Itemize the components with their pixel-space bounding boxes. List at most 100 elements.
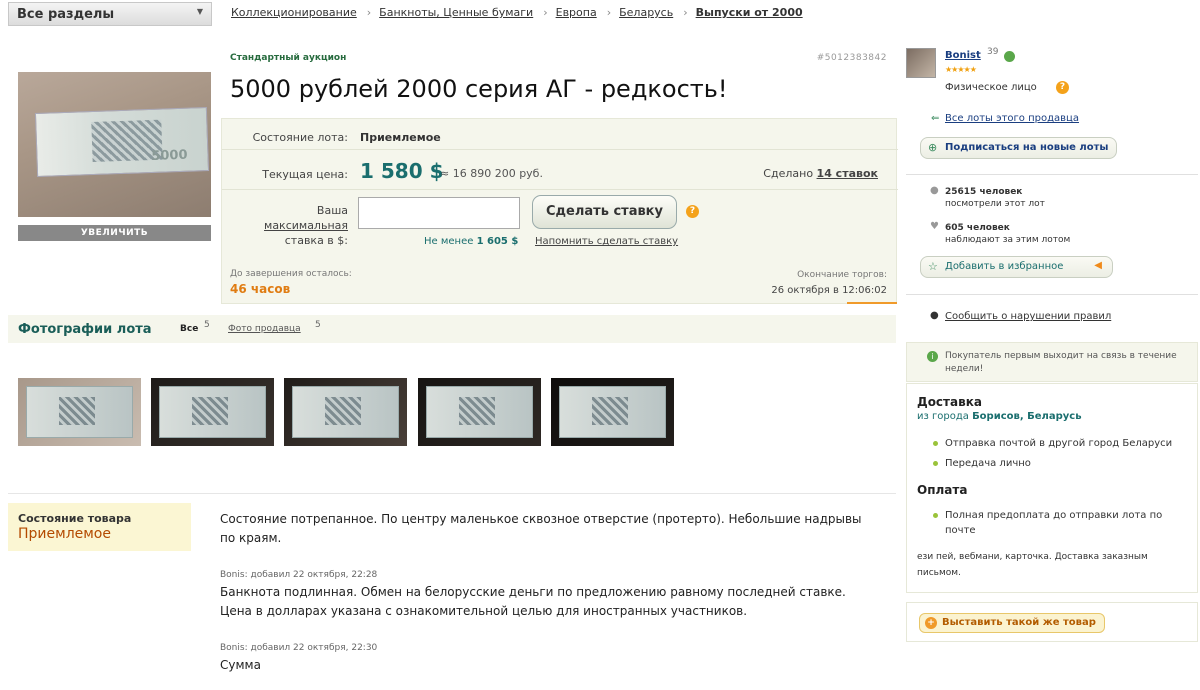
subscribe-new-lots-button[interactable]: ⊕ Подписаться на новые лоты [920, 137, 1118, 159]
star-icon: ☆ [928, 260, 938, 273]
breadcrumb-item-europe[interactable]: Европа [556, 6, 597, 19]
payment-note: ези пей, вебмани, карточка. Доставка зак… [917, 552, 1148, 578]
tab-seller-photos[interactable]: Фото продавца [228, 324, 301, 334]
seller-stars-icon: ★★★★★ [945, 65, 977, 74]
info-icon: i [927, 351, 938, 362]
tab-seller-photos-count: 5 [315, 320, 321, 330]
all-seller-lots-link[interactable]: Все лоты этого продавца [945, 113, 1079, 124]
bids-count-prefix: Сделано [763, 167, 814, 180]
time-remaining-label: До завершения осталось: [230, 269, 352, 279]
photo-thumbnail[interactable] [284, 378, 407, 446]
bid-amount-input[interactable] [358, 197, 520, 229]
breadcrumb-item-collecting[interactable]: Коллекционирование [231, 6, 357, 19]
person-icon: ● [930, 185, 939, 196]
divider [906, 174, 1198, 175]
auction-end-label: Окончание торгов: [797, 270, 887, 280]
all-sections-dropdown[interactable]: Все разделы ▼ [8, 2, 212, 26]
breadcrumb-item-issues-2000[interactable]: Выпуски от 2000 [696, 6, 803, 19]
lot-condition-label: Состояние лота: [252, 131, 348, 144]
seller-rating: 39 [987, 47, 999, 57]
arrow-icon: ⇐ [931, 113, 940, 124]
max-bid-label-text-2: ставка в $: [284, 234, 348, 247]
photo-thumbnail[interactable] [18, 378, 141, 446]
delivery-item: Передача лично [933, 456, 1185, 471]
divider [222, 149, 898, 150]
time-remaining-value: 46 часов [230, 282, 291, 296]
item-condition-value: Приемлемое [18, 526, 111, 542]
end-underline [847, 302, 897, 304]
max-bid-label: Ваша максимальная ставка в $: [232, 203, 348, 248]
seller-avatar[interactable] [906, 48, 936, 78]
help-icon[interactable]: ? [686, 205, 699, 218]
seller-name-link[interactable]: Bonist [945, 50, 981, 61]
plus-icon: ⊕ [928, 141, 938, 154]
divider [8, 493, 896, 494]
enlarge-button[interactable]: УВЕЛИЧИТЬ [18, 225, 211, 241]
divider [222, 189, 898, 190]
all-sections-label: Все разделы [17, 7, 115, 22]
photo-thumbnail[interactable] [151, 378, 274, 446]
watchers-text: наблюдают за этим лотом [945, 235, 1071, 245]
breadcrumb-item-belarus[interactable]: Беларусь [619, 6, 673, 19]
bids-count-link[interactable]: 14 ставок [817, 167, 878, 180]
views-count: 25615 человек [945, 187, 1023, 197]
watchers-count: 605 человек [945, 223, 1010, 233]
breadcrumb-separator-icon: › [366, 6, 372, 19]
tab-all-photos[interactable]: Все [180, 324, 198, 334]
photos-title: Фотографии лота [18, 322, 152, 337]
ship-from: из города Борисов, Беларусь [917, 411, 1082, 422]
lot-box: Стандартный аукцион #5012383842 5000 руб… [221, 48, 898, 304]
min-bid-value: 1 605 $ [476, 236, 519, 247]
breadcrumb-separator-icon: › [606, 6, 612, 19]
sell-similar-label: Выставить такой же товар [942, 617, 1096, 628]
subscribe-label: Подписаться на новые лоты [945, 142, 1109, 153]
max-bid-label-text: Ваша [316, 204, 348, 217]
remind-bid-link[interactable]: Напомнить сделать ставку [535, 236, 678, 247]
addendum-text: Банкнота подлинная. Обмен на белорусские… [220, 585, 846, 618]
photo-thumbnail[interactable] [418, 378, 541, 446]
addendum-meta: Bonis: добавил 22 октября, 22:30 [220, 643, 378, 653]
current-price: 1 580 $ [360, 159, 444, 183]
add-to-favorites-button[interactable]: ☆ Добавить в избранное ◀ [920, 256, 1113, 278]
lot-condition-value: Приемлемое [360, 131, 441, 144]
lot-id: #5012383842 [816, 53, 887, 63]
lot-title: 5000 рублей 2000 серия АГ - редкость! [230, 75, 728, 103]
auction-end-value: 26 октября в 12:06:02 [771, 285, 887, 296]
sell-similar-button[interactable]: + Выставить такой же товар [919, 613, 1105, 633]
report-violation-link[interactable]: Сообщить о нарушении правил [945, 311, 1111, 322]
bids-count: Сделано 14 ставок [763, 167, 878, 180]
auction-type: Стандартный аукцион [230, 53, 347, 63]
watchers-stat: 605 человек наблюдают за этим лотом [945, 222, 1070, 246]
current-price-label: Текущая цена: [262, 168, 348, 181]
item-condition-label: Состояние товара [18, 512, 132, 525]
delivery-item: Отправка почтой в другой город Беларуси [933, 436, 1185, 451]
ship-from-city: Борисов, Беларусь [972, 411, 1082, 422]
dropdown-arrow-icon: ▼ [196, 7, 203, 16]
place-bid-button[interactable]: Сделать ставку [532, 195, 677, 229]
payment-item: Полная предоплата до отправки лота по по… [933, 508, 1185, 538]
item-condition-box: Состояние товара Приемлемое [8, 503, 191, 551]
main-lot-image[interactable]: 5000 [18, 72, 211, 217]
heart-icon: ♥ [930, 221, 939, 232]
tab-all-photos-count: 5 [204, 320, 210, 330]
max-bid-help-link[interactable]: максимальная [264, 219, 348, 232]
breadcrumb-item-banknotes[interactable]: Банкноты, Ценные бумаги [379, 6, 533, 19]
seller-type: Физическое лицо [945, 82, 1037, 93]
addendum-meta: Bonis: добавил 22 октября, 22:28 [220, 570, 378, 580]
photo-thumbnail[interactable] [551, 378, 674, 446]
photos-header: Фотографии лота Все 5 Фото продавца 5 [8, 315, 896, 343]
views-text: посмотрели этот лот [945, 199, 1045, 209]
description-text: Состояние потрепанное. По центру маленьк… [220, 512, 862, 545]
shipping-box: Доставка из города Борисов, Беларусь Отп… [906, 383, 1198, 593]
divider [906, 294, 1198, 295]
verified-icon [1004, 51, 1015, 62]
buyer-notice: i Покупатель первым выходит на связь в т… [906, 342, 1198, 382]
add-to-favorites-label: Добавить в избранное [945, 261, 1064, 272]
warning-icon: ● [930, 310, 939, 321]
help-icon[interactable]: ? [1056, 81, 1069, 94]
breadcrumb-separator-icon: › [543, 6, 548, 19]
min-bid: Не менее 1 605 $ [424, 236, 518, 247]
min-bid-prefix: Не менее [424, 236, 474, 247]
breadcrumb-separator-icon: › [683, 6, 688, 19]
addendum-text: Сумма [220, 658, 261, 672]
